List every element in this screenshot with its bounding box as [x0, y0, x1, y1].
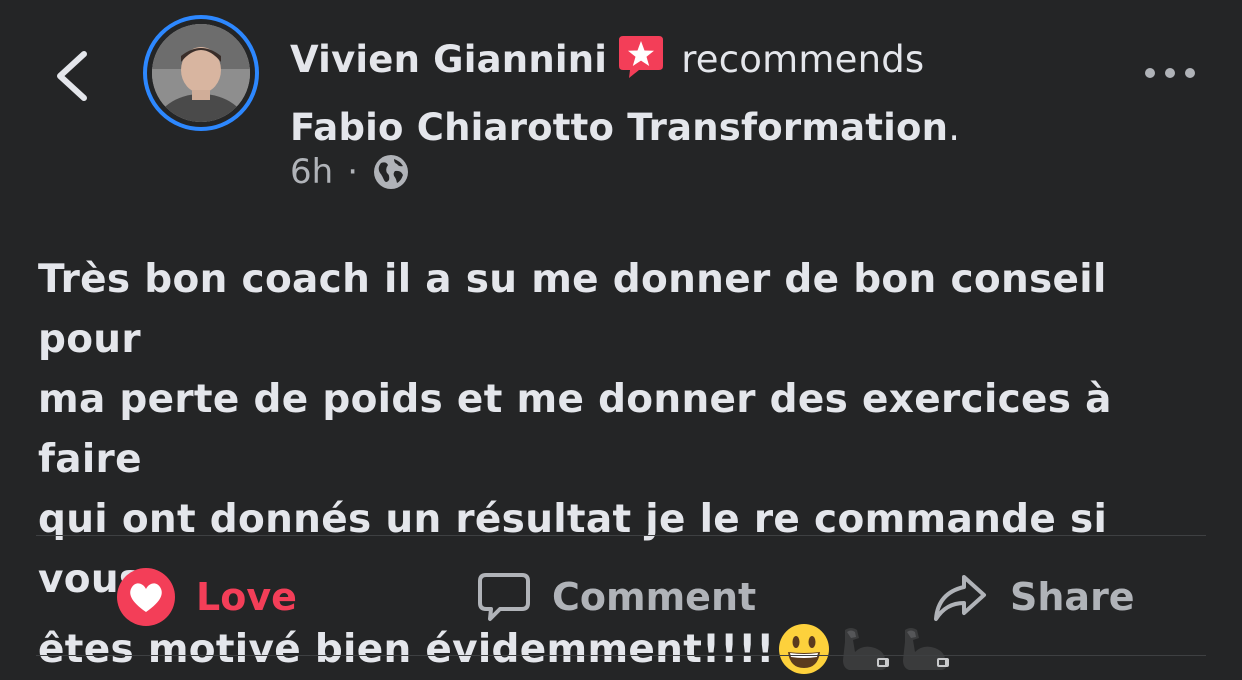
- love-label: Love: [196, 575, 297, 619]
- post-meta: 6h ·: [290, 152, 410, 192]
- comment-button[interactable]: Comment: [476, 555, 756, 639]
- share-label: Share: [1010, 575, 1135, 619]
- more-horizontal-icon: [1145, 68, 1195, 78]
- comment-icon: [478, 573, 530, 621]
- chevron-left-icon: [57, 51, 87, 101]
- globe-icon[interactable]: [372, 153, 410, 191]
- avatar-photo: [152, 24, 250, 122]
- post-body-line: ma perte de poids et me donner des exerc…: [38, 377, 1112, 482]
- page-name[interactable]: Fabio Chiarotto Transformation: [290, 106, 948, 149]
- recommends-verb: recommends: [681, 38, 925, 81]
- meta-separator: ·: [347, 152, 358, 192]
- comment-label: Comment: [552, 575, 757, 619]
- post-header: Vivien Giannini recommends Fabio Chiarot…: [290, 30, 960, 158]
- share-button[interactable]: Share: [930, 555, 1135, 639]
- avatar[interactable]: [143, 15, 259, 131]
- page-name-suffix: .: [948, 106, 961, 149]
- back-button[interactable]: [44, 46, 104, 106]
- heart-icon: [117, 568, 175, 626]
- post-time[interactable]: 6h: [290, 152, 333, 192]
- divider-bottom: [36, 655, 1206, 656]
- action-bar: Love Comment Share: [0, 555, 1242, 639]
- love-button[interactable]: Love: [116, 555, 297, 639]
- more-options-button[interactable]: [1140, 58, 1200, 88]
- post-body-line: Très bon coach il a su me donner de bon …: [38, 257, 1107, 362]
- divider-top: [36, 535, 1206, 536]
- author-name[interactable]: Vivien Giannini: [290, 38, 607, 81]
- share-arrow-icon: [934, 575, 986, 621]
- recommend-star-icon: [617, 32, 665, 98]
